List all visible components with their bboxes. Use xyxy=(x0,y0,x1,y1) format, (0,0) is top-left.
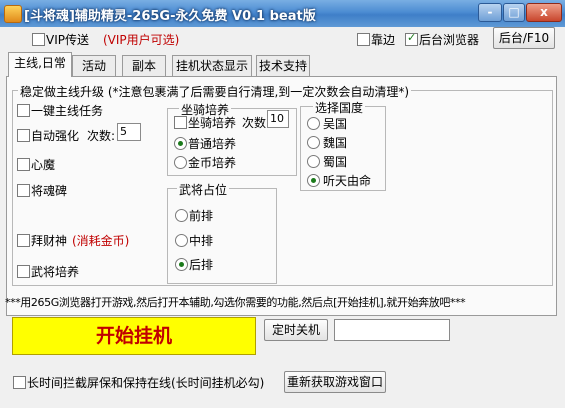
mount-train-checkbox[interactable] xyxy=(174,116,187,129)
timer-shutdown-button[interactable]: 定时关机 xyxy=(264,319,328,341)
position-middle-radio[interactable] xyxy=(175,234,188,247)
app-icon xyxy=(4,5,22,23)
country-wu-radio[interactable] xyxy=(307,117,320,130)
background-f10-button[interactable]: 后台/F10 xyxy=(493,27,555,49)
refetch-window-button[interactable]: 重新获取游戏窗口 xyxy=(284,371,386,393)
mount-normal-radio[interactable] xyxy=(174,137,187,150)
heart-demon-label: 心魔 xyxy=(31,158,56,172)
close-button[interactable]: x xyxy=(526,3,562,22)
tab-tech-support[interactable]: 技术支持 xyxy=(256,55,310,76)
general-soul-label: 将魂碑 xyxy=(31,184,68,198)
tab-events[interactable]: 活动 xyxy=(72,55,116,76)
country-random-label: 听天由命 xyxy=(323,174,372,188)
usage-notice: ***用265G浏览器打开游戏,然后打开本辅助,勾选你需要的功能,然后点[开始挂… xyxy=(5,296,466,309)
worship-note: (消耗金币) xyxy=(72,234,130,248)
mount-times-input[interactable]: 10 xyxy=(267,110,289,128)
country-wei-radio[interactable] xyxy=(307,136,320,149)
heart-demon-checkbox[interactable] xyxy=(17,158,30,171)
enhance-times-input[interactable]: 5 xyxy=(117,123,141,141)
country-wei-label: 魏国 xyxy=(323,136,348,150)
tab-main-daily[interactable]: 主线,日常 xyxy=(8,52,72,77)
enhance-times-label: 次数: xyxy=(87,129,116,143)
vip-teleport-checkbox[interactable] xyxy=(32,33,45,46)
main-quest-label: 一键主线任务 xyxy=(31,104,104,118)
auto-enhance-checkbox[interactable] xyxy=(17,129,30,142)
position-middle-label: 中排 xyxy=(189,234,214,248)
vip-teleport-label: VIP传送 xyxy=(46,33,89,47)
worship-checkbox[interactable] xyxy=(17,234,30,247)
worship-label: 拜财神 xyxy=(31,234,68,248)
position-back-radio[interactable] xyxy=(175,258,188,271)
position-front-label: 前排 xyxy=(189,209,214,223)
main-quest-checkbox[interactable] xyxy=(17,104,30,117)
mount-gold-label: 金币培养 xyxy=(188,156,237,170)
dock-label: 靠边 xyxy=(371,33,396,47)
mount-train-label: 坐骑培养 xyxy=(188,116,237,130)
general-train-label: 武将培养 xyxy=(31,265,80,279)
shutdown-time-input[interactable] xyxy=(334,319,450,341)
minimize-button[interactable]: - xyxy=(478,3,502,22)
country-shu-label: 蜀国 xyxy=(323,155,348,169)
country-random-radio[interactable] xyxy=(307,174,320,187)
country-group-legend: 选择国度 xyxy=(313,99,366,116)
window-title: [斗将魂]辅助精灵-265G-永久免费 V0.1 beat版 xyxy=(24,9,316,24)
tab-idle-status[interactable]: 挂机状态显示 xyxy=(172,55,252,76)
country-wu-label: 吴国 xyxy=(323,117,348,131)
mount-normal-label: 普通培养 xyxy=(188,137,237,151)
screensaver-block-label: 长时间拦截屏保和保持在线(长时间挂机必勾) xyxy=(27,376,265,390)
start-idle-button[interactable]: 开始挂机 xyxy=(12,317,256,355)
mount-times-label: 次数 xyxy=(242,116,267,130)
bg-browser-label: 后台浏览器 xyxy=(419,33,480,47)
vip-note: (VIP用户可选) xyxy=(103,33,180,47)
general-soul-checkbox[interactable] xyxy=(17,184,30,197)
screensaver-block-checkbox[interactable] xyxy=(13,376,26,389)
maximize-button[interactable]: □ xyxy=(503,3,525,22)
tab-dungeons[interactable]: 副本 xyxy=(122,55,166,76)
position-front-radio[interactable] xyxy=(175,209,188,222)
dock-checkbox[interactable] xyxy=(357,33,370,46)
position-back-label: 后排 xyxy=(189,258,214,272)
position-group-legend: 武将占位 xyxy=(177,181,230,198)
main-group-legend: 稳定做主线升级 (*注意包裹满了后需要自行清理,到一定次数会自动清理*) xyxy=(18,83,411,100)
mount-gold-radio[interactable] xyxy=(174,156,187,169)
auto-enhance-label: 自动强化 xyxy=(31,129,80,143)
country-shu-radio[interactable] xyxy=(307,155,320,168)
bg-browser-checkbox[interactable] xyxy=(405,31,418,46)
general-train-checkbox[interactable] xyxy=(17,265,30,278)
